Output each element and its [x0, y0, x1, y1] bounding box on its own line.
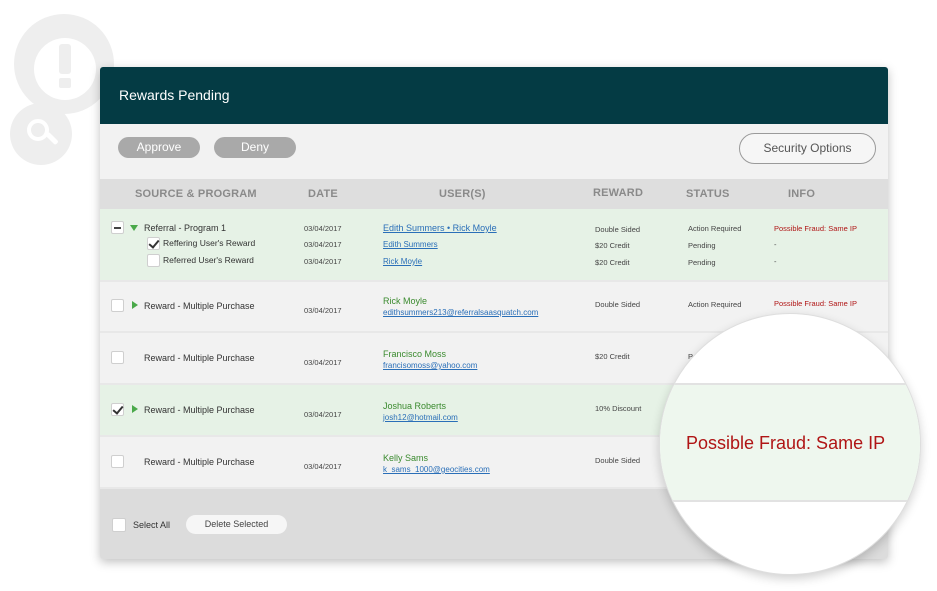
date-cell: 03/04/2017	[304, 224, 342, 233]
row-checkbox[interactable]	[111, 351, 124, 364]
column-header-reward[interactable]: REWARD	[593, 187, 643, 199]
date-cell: 03/04/2017	[304, 240, 342, 249]
status-cell: Pending	[688, 258, 716, 267]
program-label: Reward - Multiple Purchase	[144, 301, 255, 311]
select-all-label[interactable]: Select All	[133, 520, 170, 530]
panel-title: Rewards Pending	[119, 87, 230, 103]
user-email-link[interactable]: edithsummers213@referralsaasquatch.com	[383, 308, 538, 317]
program-label: Reward - Multiple Purchase	[144, 405, 255, 415]
sub-row-label: Reffering User's Reward	[163, 238, 256, 248]
toolbar: Approve Deny Security Options	[100, 124, 888, 179]
user-email-link[interactable]: k_sams_1000@geocities.com	[383, 465, 490, 474]
reward-cell: Double Sided	[595, 456, 641, 465]
info-cell: Possible Fraud: Same IP	[774, 299, 857, 308]
sub-row-label: Referred User's Reward	[163, 255, 254, 265]
date-cell: 03/04/2017	[304, 462, 342, 471]
column-header-date[interactable]: DATE	[308, 188, 338, 200]
row-checkbox[interactable]	[111, 299, 124, 312]
table-header: SOURCE & PROGRAM DATE USER(S) REWARD STA…	[100, 179, 888, 209]
column-header-status[interactable]: STATUS	[686, 188, 730, 200]
table-row[interactable]: Referral - Program 1 03/04/2017 Edith Su…	[100, 209, 888, 282]
panel-header: Rewards Pending	[100, 67, 888, 124]
user-link[interactable]: Edith Summers	[383, 240, 438, 249]
user-link[interactable]: Edith Summers • Rick Moyle	[383, 223, 497, 233]
reward-cell: 10% Discount	[595, 404, 642, 413]
user-name: Joshua Roberts	[383, 401, 447, 411]
date-cell: 03/04/2017	[304, 257, 342, 266]
deny-button[interactable]: Deny	[214, 137, 296, 158]
column-header-info[interactable]: INFO	[788, 188, 815, 200]
info-cell: -	[774, 257, 777, 266]
date-cell: 03/04/2017	[304, 358, 342, 367]
status-cell: Pending	[688, 241, 716, 250]
expand-arrow-icon[interactable]	[132, 405, 138, 413]
column-header-source[interactable]: SOURCE & PROGRAM	[135, 188, 257, 200]
user-name: Francisco Moss	[383, 349, 447, 359]
program-label: Reward - Multiple Purchase	[144, 353, 255, 363]
user-name: Kelly Sams	[383, 453, 429, 463]
expand-arrow-icon[interactable]	[132, 301, 138, 309]
security-options-button[interactable]: Security Options	[739, 133, 876, 164]
select-all-checkbox[interactable]	[112, 518, 126, 532]
program-label: Reward - Multiple Purchase	[144, 457, 255, 467]
info-cell: Possible Fraud: Same IP	[774, 224, 857, 233]
reward-cell: Double Sided	[595, 225, 641, 234]
user-link[interactable]: Rick Moyle	[383, 257, 422, 266]
approve-button[interactable]: Approve	[118, 137, 200, 158]
date-cell: 03/04/2017	[304, 306, 342, 315]
reward-cell: $20 Credit	[595, 258, 630, 267]
row-checkbox[interactable]	[111, 455, 124, 468]
status-cell: Action Required	[688, 224, 742, 233]
sub-row-checkbox[interactable]	[147, 254, 160, 267]
reward-cell: $20 Credit	[595, 241, 630, 250]
status-cell: Action Required	[688, 300, 742, 309]
magnifier-callout: Possible Fraud: Same IP	[659, 313, 921, 575]
magnified-fraud-text: Possible Fraud: Same IP	[686, 433, 886, 453]
reward-cell: Double Sided	[595, 300, 641, 309]
program-label: Referral - Program 1	[144, 223, 227, 233]
user-email-link[interactable]: josh12@hotmail.com	[383, 413, 458, 422]
info-cell: -	[774, 240, 777, 249]
date-cell: 03/04/2017	[304, 410, 342, 419]
reward-cell: $20 Credit	[595, 352, 630, 361]
collapse-arrow-icon[interactable]	[130, 225, 138, 231]
row-checkbox[interactable]	[111, 221, 124, 234]
sub-row-checkbox[interactable]	[147, 237, 160, 250]
row-checkbox[interactable]	[111, 403, 124, 416]
column-header-users[interactable]: USER(S)	[439, 188, 486, 200]
user-name: Rick Moyle	[383, 296, 428, 306]
user-email-link[interactable]: francisomoss@yahoo.com	[383, 361, 477, 370]
delete-selected-button[interactable]: Delete Selected	[186, 515, 287, 534]
